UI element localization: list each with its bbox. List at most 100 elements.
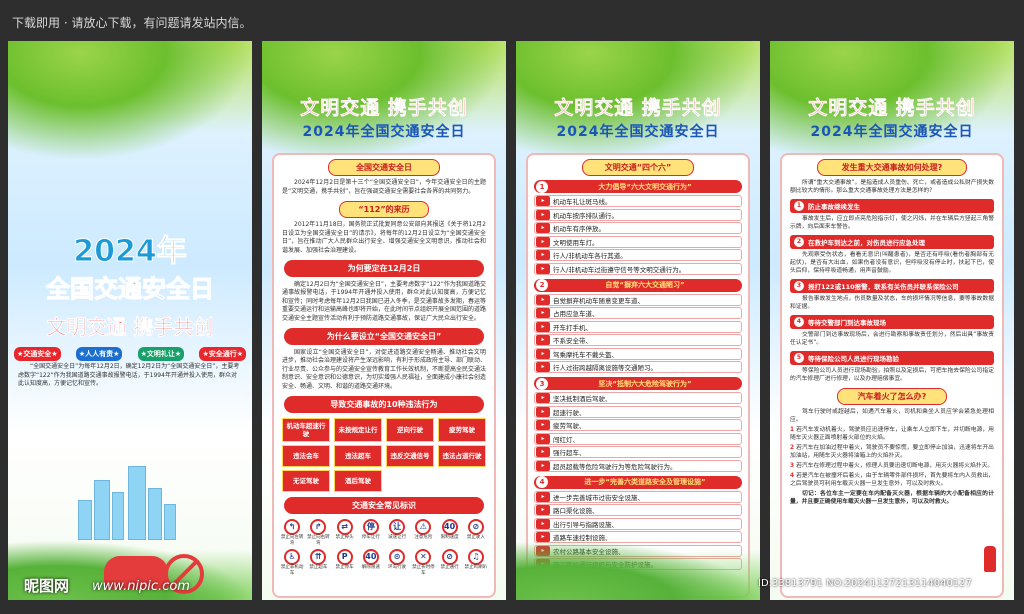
row-number-icon: ▸ [536, 335, 550, 345]
row-text: 文明使用车灯。 [553, 238, 599, 247]
rule-row: ▸ 出行引导与指路设施、 [534, 517, 742, 530]
section-badge: 全国交通安全日 [328, 159, 440, 176]
step-number: 1 [794, 201, 804, 211]
row-text: 机动车礼让斑马线。 [553, 198, 612, 206]
content-card: 文明交通“四个六” 1 大力倡导“六大文明交通行为” ▸ 机动车礼让斑马线。 ▸ 机动车按… [526, 153, 750, 598]
rule-row: ▸ 机动车礼让斑马线。 [534, 195, 742, 207]
step-number: 5 [794, 353, 804, 363]
poster-accident-handling: 文明交通 携手共创 2024年全国交通安全日 发生重大交通事故如何处理? 所谓“… [770, 41, 1014, 600]
paragraph: 所谓“重大交通事故”，是指造成人员重伤、死亡，或者造成公私财产损失数额比较大的情… [790, 180, 994, 194]
row-text: 行人/非机动车过街遵守信号等文明交通行为。 [553, 265, 686, 274]
poster-title: 文明交通 携手共创 [808, 97, 976, 120]
traffic-sign: 40 解除限速 [359, 548, 383, 577]
fire-text: 若是汽车在被撞坏后着火，由于车辆零件部件损坏，首先要将车内人员救出，之后驾驶员可… [790, 473, 994, 487]
row-number-icon: ▸ [536, 196, 550, 206]
rule-row: ▸ 开车打手机、 [534, 320, 742, 333]
fire-text: 若汽车在加油过程中着火，驾驶员不要惊慌，要立即停止加油，迅速将车开出加油站，用随… [790, 445, 994, 459]
row-text: 机动车有序停放。 [553, 225, 605, 233]
step-text: 事故发生后，应立即点亮危险指示灯，使之闪烁，并在车辆后方竖起三角警示牌，向后面来… [790, 216, 994, 230]
step-text: 先观察受伤状态，看看无意识(叫醒患者)，是否还有呼吸(看伤者胸部有无起伏)，是否… [790, 252, 994, 274]
section-badge: 发生重大交通事故如何处理? [817, 159, 967, 176]
cover-tags: ★交通安全★ ★人人有责★ ★文明礼让★ ★安全通行★ [14, 347, 246, 361]
violation-item: 违法超车 [334, 444, 382, 467]
signs-grid: ↰ 禁止向左转弯 ↱ 禁止向右转弯 ⇄ 禁止掉头停停车让行让减速让行 ⚠ 注意危险 40 限制速度… [274, 517, 494, 579]
violation-item: 未按规定让行 [334, 417, 382, 442]
poster-four-sixes: 文明交通 携手共创 2024年全国交通安全日 文明交通“四个六” 1 大力倡导“六… [516, 41, 760, 600]
sign-label: 禁止通行 [440, 564, 459, 570]
steps-list: 1 防止事故继续发生事故发生后，应立即点亮危险指示灯，使之闪烁，并在车辆后方竖起三… [782, 199, 1002, 384]
poster-subtitle: 2024年全国交通安全日 [302, 124, 466, 140]
tag: ★交通安全★ [14, 347, 61, 361]
row-text: 进一步完善城市过街安全设施、 [553, 493, 644, 502]
violation-item: 逆向行驶 [386, 417, 434, 442]
sign-label: 禁止非机动车 [280, 564, 304, 576]
step-header: 1 防止事故继续发生 [790, 199, 994, 213]
row-text: 自觉摒弃机动车随意变更车道、 [553, 296, 644, 305]
sign-icon: ⊙ [389, 548, 406, 565]
step-text: 报告事故发生地点，伤员数量及状态，车的损坏情况等信息，要等事故数据和证据。 [790, 296, 994, 310]
row-text: 行人过街跨越隔离设施等交通陋习。 [553, 364, 657, 372]
rule-row: ▸ 机动车有序停放。 [534, 222, 742, 234]
poster-title: 文明交通 携手共创 [300, 97, 468, 120]
row-text: 超速行驶、 [553, 408, 586, 417]
section-heading: 导致交通事故的10种违法行为 [284, 395, 484, 413]
fire-text: 若汽车发动机着火，驾驶员应迅速停车，让乘车人立即下车，并切断电源，用随车灭火器正… [790, 427, 994, 441]
paragraph: 2024年12月2日是第十三个“全国交通安全日”，今年交通安全日的主题是“文明交… [282, 179, 486, 195]
row-number-icon: ▸ [536, 406, 550, 417]
rule-row: ▸ 超员超载等危险驾驶行为等危险驾驶行为。 [534, 459, 742, 472]
violation-item: 疲劳驾驶 [438, 417, 486, 442]
sign-icon: ↰ [284, 518, 301, 535]
row-text: 行人/非机动车各行其道。 [553, 252, 627, 260]
grass [516, 540, 760, 600]
row-number-icon: ▸ [536, 263, 550, 274]
image-id: ID:33813791 NO:20241127213114040127 [758, 578, 972, 589]
step-header: 2 在救护车到达之前，对伤员进行应急处理 [790, 235, 994, 249]
content-card: 发生重大交通事故如何处理? 所谓“重大交通事故”，是指造成人员重伤、死亡，或者造… [780, 153, 1004, 598]
row-number-icon: ▸ [536, 250, 550, 260]
poster-title: 文明交通 携手共创 [554, 97, 722, 120]
poster-cover: 2024年 全国交通安全日 文明交通 携手共创 ★交通安全★ ★人人有责★ ★文… [8, 41, 252, 600]
paragraph: 驾车行驶时或超越后，如遇汽车着火，司机和乘坐人员应学会紧急处理相应。 [790, 409, 994, 423]
block-number: 3 [536, 377, 548, 390]
traffic-sign: ↱ 禁止向右转弯 [306, 518, 330, 547]
traffic-sign: 停停车让行 [359, 518, 383, 547]
rule-row: ▸ 自觉摒弃机动车随意变更车道、 [534, 293, 742, 306]
rule-row: ▸ 行人/非机动车过街遵守信号等文明交通行为。 [534, 262, 742, 275]
sign-label: 减速让行 [388, 534, 407, 540]
rule-row: ▸ 疲劳驾驶、 [534, 419, 742, 431]
fire-list: 1 若汽车发动机着火，驾驶员应迅速停车，让乘车人立即下车，并切断电源，用随车灭火… [782, 425, 1002, 489]
row-text: 超员超载等危险驾驶行为等危险驾驶行为。 [553, 462, 677, 471]
sign-icon: ⊘ [441, 548, 458, 565]
tag: ★人人有责★ [75, 347, 123, 361]
row-text: 占用应急车道、 [553, 310, 599, 318]
step-number: 4 [794, 317, 804, 327]
traffic-sign: ♿ 禁止非机动车 [280, 548, 304, 577]
rule-row: ▸ 不系安全带、 [534, 334, 742, 346]
step-text: 交警部门到达事故现场后，会进行勘察和事故责任划分，然后出具“事故责任认定书”。 [790, 332, 994, 346]
sign-icon: 40 [362, 548, 379, 565]
sign-label: 禁止掉头 [335, 534, 354, 540]
section-heading: 为什么要设立“全国交通安全日” [284, 327, 484, 345]
rules-list: 1 大力倡导“六大文明交通行为” ▸ 机动车礼让斑马线。 ▸ 机动车按序排队通行。 ▸ 机动车… [534, 180, 742, 570]
cover-intro: “全国交通安全日”为每年12月2日，确定12月2日为“全国交通安全日”，主要考虑… [18, 363, 240, 387]
row-number-icon: ▸ [536, 209, 550, 220]
sign-label: 禁止鸣喇叭 [464, 564, 488, 570]
footer-note: 切记：各位车主一定要在车内配备灭火器，根据车辆的大小配备相应的计量，并且要正确使… [790, 491, 994, 505]
row-text: 不系安全带、 [553, 337, 592, 345]
poster-knowledge: 文明交通 携手共创 2024年全国交通安全日 全国交通安全日 2024年12月2… [262, 41, 506, 600]
sign-icon: ⇄ [336, 518, 353, 535]
row-number-icon: ▸ [536, 460, 550, 471]
block-title: 进一步“完善六类道路安全及管理设施” [584, 478, 706, 486]
block-header: 3 坚决“抵制六大危险驾驶行为” [534, 377, 742, 390]
block-header: 4 进一步“完善六类道路安全及管理设施” [534, 475, 742, 489]
traffic-sign: ↰ 禁止向左转弯 [280, 518, 304, 547]
traffic-sign: 40 限制速度 [438, 518, 462, 547]
violation-item: 无证驾驶 [282, 469, 330, 492]
sign-label: 禁止长时停车 [412, 564, 435, 576]
step-title: 在救护车到达之前，对伤员进行应急处理 [808, 239, 925, 247]
step-title: 防止事故继续发生 [808, 203, 860, 211]
row-number-icon: ▸ [536, 518, 550, 529]
row-number-icon: ▸ [536, 393, 550, 403]
poster-subtitle: 2024年全国交通安全日 [556, 124, 720, 140]
row-number-icon: ▸ [536, 433, 550, 444]
